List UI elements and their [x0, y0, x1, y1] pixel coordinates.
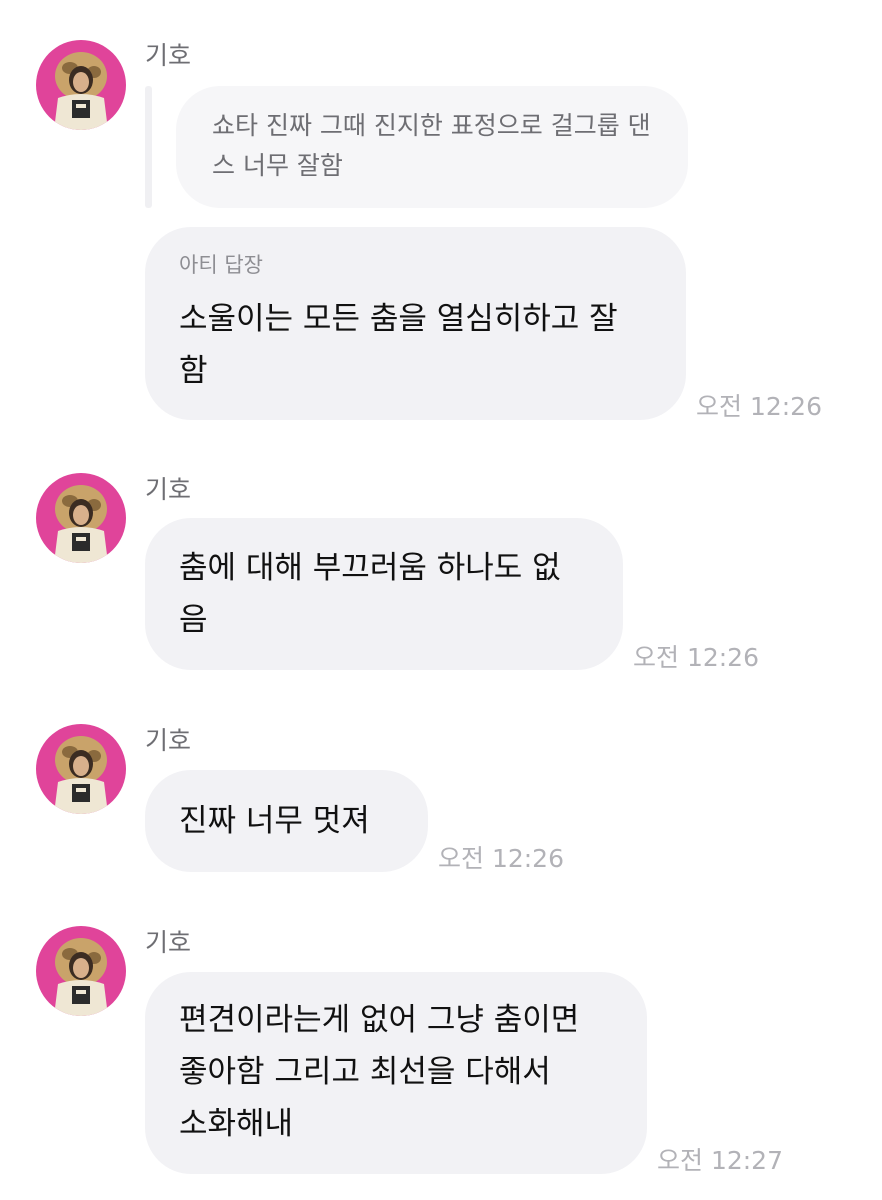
sender-name: 기호 [145, 41, 192, 70]
message-text-line: 음 [179, 602, 208, 638]
message-timestamp: 오전 12:26 [633, 643, 759, 672]
message-text-line: 편견이라는게 없어 그냥 춤이면 [179, 1002, 580, 1038]
sender-name: 기호 [145, 475, 192, 504]
message-text-line: 소화해내 [179, 1106, 294, 1142]
profile-photo-avatar-icon [36, 40, 126, 130]
message-text-line: 소울이는 모든 춤을 열심히하고 잘 [179, 301, 618, 337]
message-text-line: 진짜 너무 멋져 [179, 803, 370, 839]
message-text-line: 함 [179, 353, 208, 389]
reply-label: 아티 답장 [179, 253, 263, 277]
chat-thread: 기호 쇼타 진짜 그때 진지한 표정으로 걸그룹 댄스 너무 잘함 아티 답장 … [0, 0, 882, 1200]
avatar[interactable] [36, 926, 126, 1016]
profile-photo-avatar-icon [36, 724, 126, 814]
message-timestamp: 오전 12:27 [657, 1146, 783, 1175]
profile-photo-avatar-icon [36, 473, 126, 563]
message-text-line: 좋아함 그리고 최선을 다해서 [179, 1054, 551, 1090]
message-bubble[interactable]: 진짜 너무 멋져 [145, 770, 428, 872]
message-text-line: 춤에 대해 부끄러움 하나도 없 [179, 550, 561, 586]
avatar[interactable] [36, 40, 126, 130]
message-timestamp: 오전 12:26 [696, 392, 822, 421]
profile-photo-avatar-icon [36, 926, 126, 1016]
message-bubble[interactable]: 춤에 대해 부끄러움 하나도 없 음 [145, 518, 623, 670]
quoted-message[interactable]: 쇼타 진짜 그때 진지한 표정으로 걸그룹 댄스 너무 잘함 [176, 86, 688, 208]
message-bubble[interactable]: 편견이라는게 없어 그냥 춤이면 좋아함 그리고 최선을 다해서 소화해내 [145, 972, 647, 1174]
avatar[interactable] [36, 724, 126, 814]
quote-indicator-bar [145, 86, 152, 208]
message-timestamp: 오전 12:26 [438, 844, 564, 873]
avatar[interactable] [36, 473, 126, 563]
sender-name: 기호 [145, 928, 192, 957]
reply-message-bubble[interactable]: 아티 답장 소울이는 모든 춤을 열심히하고 잘 함 [145, 227, 686, 420]
sender-name: 기호 [145, 726, 192, 755]
